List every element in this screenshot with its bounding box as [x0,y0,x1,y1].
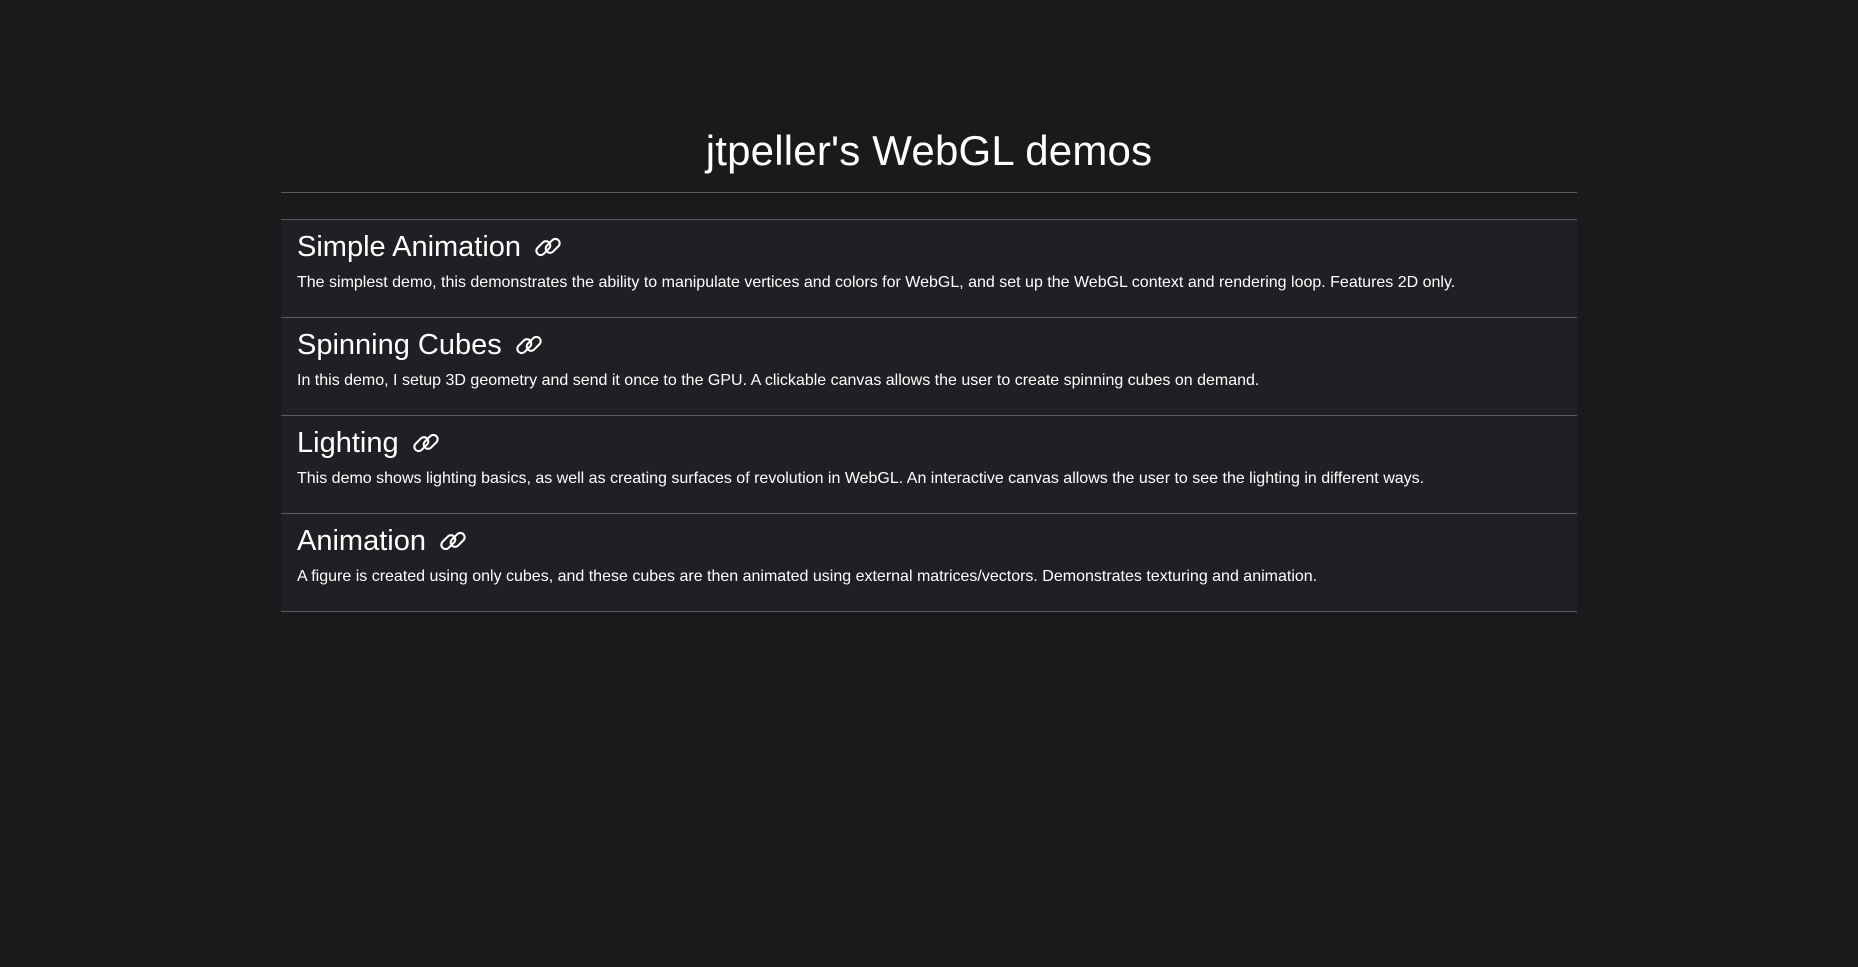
link-icon[interactable] [514,330,544,360]
link-icon[interactable] [533,232,563,262]
demo-title-link[interactable]: Simple Animation [297,231,521,263]
demo-heading: Animation [297,514,1561,557]
demo-description: In this demo, I setup 3D geometry and se… [297,372,1260,389]
page: jtpeller's WebGL demos Simple Animation … [0,0,1858,967]
demo-description: A figure is created using only cubes, an… [297,568,1318,585]
demo-heading: Lighting [297,416,1561,459]
demo-item-simple-animation: Simple Animation The simplest demo, this… [281,220,1577,318]
demo-item-spinning-cubes: Spinning Cubes In this demo, I setup 3D … [281,318,1577,416]
demo-item-lighting: Lighting This demo shows lighting basics… [281,416,1577,514]
header: jtpeller's WebGL demos [281,0,1577,193]
demo-title-link[interactable]: Animation [297,525,426,557]
demo-description: The simplest demo, this demonstrates the… [297,274,1456,291]
link-icon[interactable] [438,526,468,556]
demo-list: Simple Animation The simplest demo, this… [281,219,1577,612]
demo-title-link[interactable]: Spinning Cubes [297,329,502,361]
demo-heading: Simple Animation [297,220,1561,263]
demo-heading: Spinning Cubes [297,318,1561,361]
demo-title-link[interactable]: Lighting [297,427,399,459]
demo-description: This demo shows lighting basics, as well… [297,470,1425,487]
demo-item-animation: Animation A figure is created using only… [281,514,1577,612]
content-container: jtpeller's WebGL demos Simple Animation … [281,0,1577,612]
link-icon[interactable] [411,428,441,458]
page-title: jtpeller's WebGL demos [705,127,1153,174]
